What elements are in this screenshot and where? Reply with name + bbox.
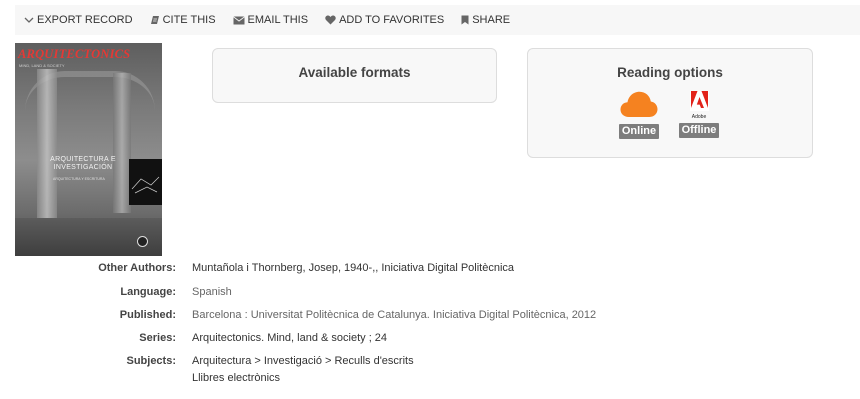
cover-title: ARQUITECTONICS — [18, 47, 131, 61]
subjects-label: Subjects: — [126, 355, 176, 367]
available-formats-title: Available formats — [298, 65, 411, 80]
language-label: Language: — [120, 286, 176, 298]
cover-pillar — [37, 69, 57, 219]
available-formats-panel: Available formats — [212, 48, 497, 103]
publisher-logo-icon — [137, 236, 148, 247]
chevron-down-icon — [24, 16, 34, 24]
cover-middle-subtext: ARQUITECTURA Y ESCRITURA — [53, 177, 105, 181]
book-cover-image[interactable]: ARQUITECTONICS MIND, LAND & SOCIETY ARQU… — [15, 43, 162, 256]
online-label: Online — [618, 124, 660, 139]
cite-icon — [150, 15, 160, 25]
published-label: Published: — [119, 309, 176, 321]
bookmark-icon — [461, 15, 469, 25]
series-row: Series: Arquitectonics. Mind, land & soc… — [0, 332, 860, 350]
other-authors-row: Other Authors: Muntañola i Thornberg, Jo… — [0, 262, 860, 280]
published-value: Barcelona : Universitat Politècnica de C… — [192, 309, 597, 321]
cite-this-label: CITE THIS — [162, 14, 216, 26]
subjects-row: Subjects: Arquitectura > Investigació > … — [0, 355, 860, 391]
series-label: Series: — [139, 332, 176, 344]
cover-middle-text: ARQUITECTURA E INVESTIGACIÓN — [50, 156, 116, 171]
email-this-label: EMAIL THIS — [247, 14, 309, 26]
heart-icon — [325, 15, 336, 25]
language-value: Spanish — [192, 286, 232, 298]
other-authors-value[interactable]: Muntañola i Thornberg, Josep, 1940-,, In… — [192, 262, 514, 274]
envelope-icon — [232, 15, 245, 25]
add-to-favorites-button[interactable]: ADD TO FAVORITES — [325, 14, 444, 26]
record-toolbar: EXPORT RECORD CITE THIS EMAIL THIS ADD T… — [15, 5, 860, 35]
cite-this-button[interactable]: CITE THIS — [150, 14, 216, 26]
read-online-option[interactable]: Online — [616, 91, 662, 139]
language-row: Language: Spanish — [0, 286, 860, 304]
adobe-icon — [689, 91, 709, 114]
subject-link[interactable]: Llibres electrònics — [192, 372, 414, 389]
other-authors-label: Other Authors: — [98, 262, 176, 274]
reading-options-panel: Reading options Online Adobe Offline — [527, 48, 813, 158]
cover-subtitle: MIND, LAND & SOCIETY — [19, 63, 65, 68]
export-record-button[interactable]: EXPORT RECORD — [24, 14, 133, 26]
export-record-label: EXPORT RECORD — [37, 14, 133, 26]
reading-options-title: Reading options — [617, 65, 723, 80]
email-this-button[interactable]: EMAIL THIS — [232, 14, 309, 26]
adobe-caption: Adobe — [691, 114, 707, 120]
offline-label: Offline — [678, 123, 720, 138]
subjects-values: Arquitectura > Investigació > Reculls d'… — [192, 355, 414, 389]
cloud-icon — [620, 91, 658, 121]
published-row: Published: Barcelona : Universitat Polit… — [0, 309, 860, 327]
share-button[interactable]: SHARE — [461, 14, 510, 26]
series-value[interactable]: Arquitectonics. Mind, land & society ; 2… — [192, 332, 387, 344]
add-to-favorites-label: ADD TO FAVORITES — [339, 14, 445, 26]
read-offline-option[interactable]: Adobe Offline — [676, 91, 722, 138]
cover-sketch — [129, 159, 162, 205]
subject-link[interactable]: Arquitectura > Investigació > Reculls d'… — [192, 355, 414, 372]
share-label: SHARE — [472, 14, 511, 26]
